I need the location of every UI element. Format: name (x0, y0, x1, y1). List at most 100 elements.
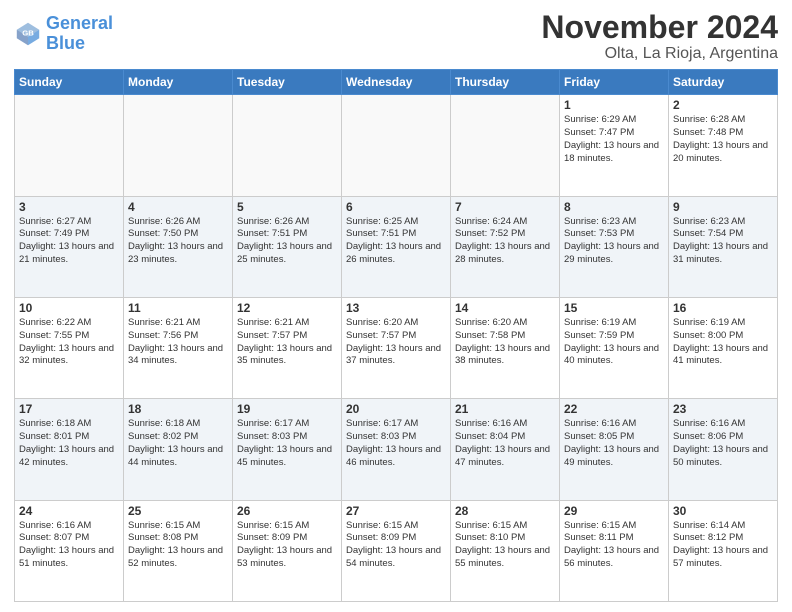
table-row: 13 Sunrise: 6:20 AM Sunset: 7:57 PM Dayli… (342, 297, 451, 398)
day-number: 15 (564, 301, 664, 315)
header-wednesday: Wednesday (342, 70, 451, 95)
table-row: 19 Sunrise: 6:17 AM Sunset: 8:03 PM Dayli… (233, 399, 342, 500)
day-info: Sunrise: 6:23 AM Sunset: 7:53 PM Dayligh… (564, 216, 664, 267)
day-info: Sunrise: 6:26 AM Sunset: 7:51 PM Dayligh… (237, 216, 337, 267)
table-row: 16 Sunrise: 6:19 AM Sunset: 8:00 PM Dayli… (669, 297, 778, 398)
calendar-week-row: 17Sunrise: 6:18 AM Sunset: 8:01 PM Dayli… (15, 399, 778, 500)
table-row: 18 Sunrise: 6:18 AM Sunset: 8:02 PM Dayli… (124, 399, 233, 500)
header-friday: Friday (560, 70, 669, 95)
day-info: Sunrise: 6:15 AM Sunset: 8:09 PM Dayligh… (346, 520, 446, 571)
day-info: Sunrise: 6:25 AM Sunset: 7:51 PM Dayligh… (346, 216, 446, 267)
day-number: 30 (673, 504, 773, 518)
table-row: 5 Sunrise: 6:26 AM Sunset: 7:51 PM Daylig… (233, 196, 342, 297)
calendar-table: Sunday Monday Tuesday Wednesday Thursday… (14, 69, 778, 602)
day-info: Sunrise: 6:24 AM Sunset: 7:52 PM Dayligh… (455, 216, 555, 267)
calendar-week-row: 24Sunrise: 6:16 AM Sunset: 8:07 PM Dayli… (15, 500, 778, 601)
day-info: Sunrise: 6:15 AM Sunset: 8:10 PM Dayligh… (455, 520, 555, 571)
day-number: 3 (19, 200, 119, 214)
day-number: 13 (346, 301, 446, 315)
day-number: 1 (564, 98, 664, 112)
day-info: Sunrise: 6:15 AM Sunset: 8:08 PM Dayligh… (128, 520, 228, 571)
day-number: 29 (564, 504, 664, 518)
logo-icon: GB (14, 20, 42, 48)
table-row: 9Sunrise: 6:23 AM Sunset: 7:54 PM Daylig… (669, 196, 778, 297)
day-info: Sunrise: 6:19 AM Sunset: 8:00 PM Dayligh… (673, 317, 773, 368)
header-saturday: Saturday (669, 70, 778, 95)
day-info: Sunrise: 6:16 AM Sunset: 8:06 PM Dayligh… (673, 418, 773, 469)
day-number: 24 (19, 504, 119, 518)
table-row: 11 Sunrise: 6:21 AM Sunset: 7:56 PM Dayli… (124, 297, 233, 398)
table-row: 2 Sunrise: 6:28 AM Sunset: 7:48 PM Daylig… (669, 95, 778, 196)
day-number: 22 (564, 402, 664, 416)
table-row: 4 Sunrise: 6:26 AM Sunset: 7:50 PM Daylig… (124, 196, 233, 297)
logo: GB General Blue (14, 14, 113, 54)
day-number: 5 (237, 200, 337, 214)
day-number: 18 (128, 402, 228, 416)
day-info: Sunrise: 6:21 AM Sunset: 7:57 PM Dayligh… (237, 317, 337, 368)
day-info: Sunrise: 6:27 AM Sunset: 7:49 PM Dayligh… (19, 216, 119, 267)
day-number: 28 (455, 504, 555, 518)
header: GB General Blue November 2024 Olta, La R… (14, 10, 778, 63)
table-row (451, 95, 560, 196)
day-info: Sunrise: 6:17 AM Sunset: 8:03 PM Dayligh… (237, 418, 337, 469)
day-number: 27 (346, 504, 446, 518)
day-info: Sunrise: 6:16 AM Sunset: 8:05 PM Dayligh… (564, 418, 664, 469)
table-row: 7 Sunrise: 6:24 AM Sunset: 7:52 PM Daylig… (451, 196, 560, 297)
table-row: 23Sunrise: 6:16 AM Sunset: 8:06 PM Dayli… (669, 399, 778, 500)
day-info: Sunrise: 6:21 AM Sunset: 7:56 PM Dayligh… (128, 317, 228, 368)
table-row: 27 Sunrise: 6:15 AM Sunset: 8:09 PM Dayli… (342, 500, 451, 601)
day-number: 25 (128, 504, 228, 518)
logo-line2: Blue (46, 33, 85, 53)
day-info: Sunrise: 6:17 AM Sunset: 8:03 PM Dayligh… (346, 418, 446, 469)
day-info: Sunrise: 6:19 AM Sunset: 7:59 PM Dayligh… (564, 317, 664, 368)
day-info: Sunrise: 6:28 AM Sunset: 7:48 PM Dayligh… (673, 114, 773, 165)
day-number: 19 (237, 402, 337, 416)
day-number: 26 (237, 504, 337, 518)
day-number: 4 (128, 200, 228, 214)
title-block: November 2024 Olta, La Rioja, Argentina (541, 10, 778, 63)
day-info: Sunrise: 6:26 AM Sunset: 7:50 PM Dayligh… (128, 216, 228, 267)
table-row (233, 95, 342, 196)
table-row: 26 Sunrise: 6:15 AM Sunset: 8:09 PM Dayli… (233, 500, 342, 601)
page: GB General Blue November 2024 Olta, La R… (0, 0, 792, 612)
day-info: Sunrise: 6:20 AM Sunset: 7:58 PM Dayligh… (455, 317, 555, 368)
calendar-header-row: Sunday Monday Tuesday Wednesday Thursday… (15, 70, 778, 95)
table-row: 14 Sunrise: 6:20 AM Sunset: 7:58 PM Dayli… (451, 297, 560, 398)
logo-line1: General (46, 13, 113, 33)
day-number: 21 (455, 402, 555, 416)
day-info: Sunrise: 6:14 AM Sunset: 8:12 PM Dayligh… (673, 520, 773, 571)
day-info: Sunrise: 6:16 AM Sunset: 8:04 PM Dayligh… (455, 418, 555, 469)
logo-text: General Blue (46, 14, 113, 54)
day-info: Sunrise: 6:20 AM Sunset: 7:57 PM Dayligh… (346, 317, 446, 368)
day-number: 10 (19, 301, 119, 315)
main-title: November 2024 (541, 10, 778, 45)
table-row: 21 Sunrise: 6:16 AM Sunset: 8:04 PM Dayli… (451, 399, 560, 500)
day-info: Sunrise: 6:15 AM Sunset: 8:11 PM Dayligh… (564, 520, 664, 571)
day-number: 16 (673, 301, 773, 315)
header-sunday: Sunday (15, 70, 124, 95)
day-info: Sunrise: 6:18 AM Sunset: 8:01 PM Dayligh… (19, 418, 119, 469)
calendar-week-row: 3 Sunrise: 6:27 AM Sunset: 7:49 PM Daylig… (15, 196, 778, 297)
table-row: 30 Sunrise: 6:14 AM Sunset: 8:12 PM Dayli… (669, 500, 778, 601)
day-number: 12 (237, 301, 337, 315)
table-row: 29 Sunrise: 6:15 AM Sunset: 8:11 PM Dayli… (560, 500, 669, 601)
day-number: 11 (128, 301, 228, 315)
day-info: Sunrise: 6:15 AM Sunset: 8:09 PM Dayligh… (237, 520, 337, 571)
table-row: 3 Sunrise: 6:27 AM Sunset: 7:49 PM Daylig… (15, 196, 124, 297)
day-info: Sunrise: 6:18 AM Sunset: 8:02 PM Dayligh… (128, 418, 228, 469)
table-row: 10 Sunrise: 6:22 AM Sunset: 7:55 PM Dayli… (15, 297, 124, 398)
day-info: Sunrise: 6:29 AM Sunset: 7:47 PM Dayligh… (564, 114, 664, 165)
day-number: 8 (564, 200, 664, 214)
header-thursday: Thursday (451, 70, 560, 95)
day-info: Sunrise: 6:22 AM Sunset: 7:55 PM Dayligh… (19, 317, 119, 368)
table-row: 25 Sunrise: 6:15 AM Sunset: 8:08 PM Dayli… (124, 500, 233, 601)
day-number: 7 (455, 200, 555, 214)
day-number: 14 (455, 301, 555, 315)
table-row: 28 Sunrise: 6:15 AM Sunset: 8:10 PM Dayli… (451, 500, 560, 601)
table-row: 15 Sunrise: 6:19 AM Sunset: 7:59 PM Dayli… (560, 297, 669, 398)
svg-text:GB: GB (22, 28, 34, 37)
table-row (124, 95, 233, 196)
table-row: 22 Sunrise: 6:16 AM Sunset: 8:05 PM Dayli… (560, 399, 669, 500)
calendar-week-row: 10 Sunrise: 6:22 AM Sunset: 7:55 PM Dayli… (15, 297, 778, 398)
day-number: 2 (673, 98, 773, 112)
